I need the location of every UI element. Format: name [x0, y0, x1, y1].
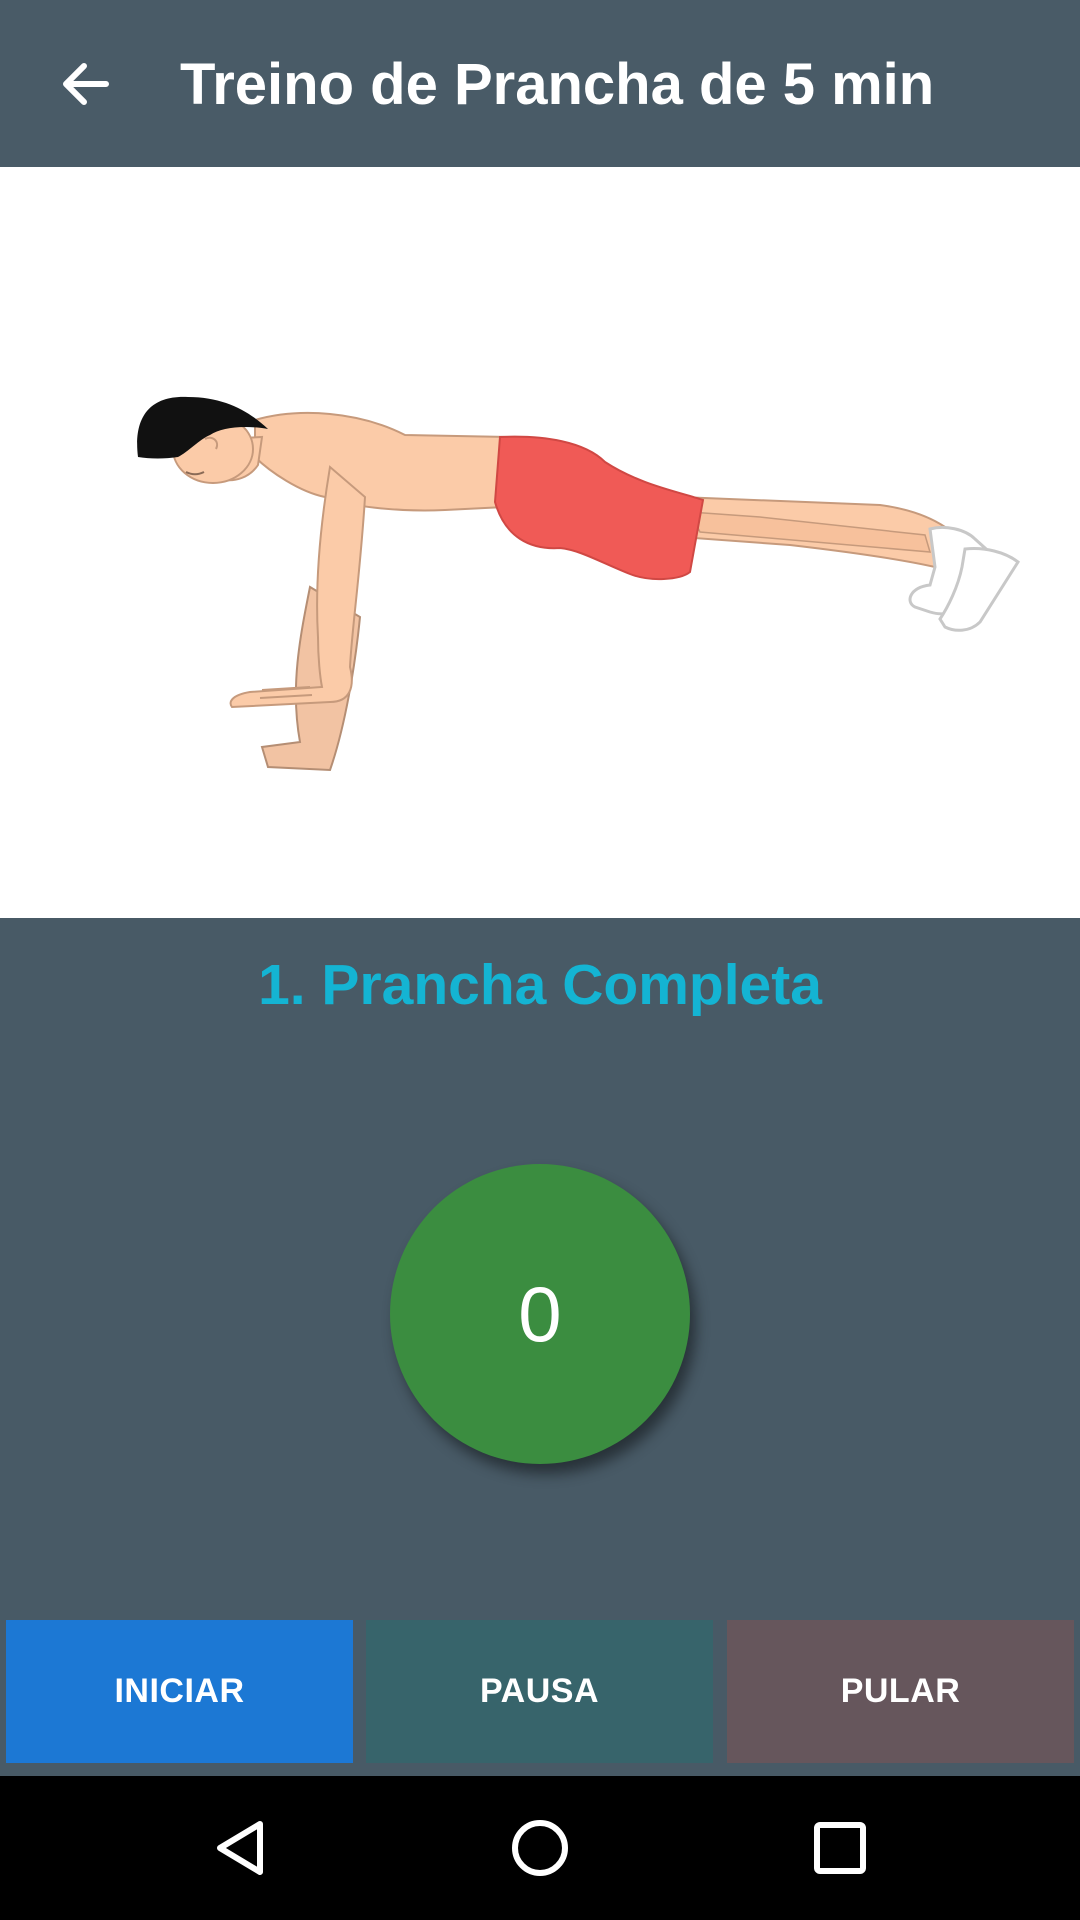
exercise-title: 1. Prancha Completa: [258, 953, 822, 1017]
arrow-back-icon: [63, 63, 109, 105]
app-bar: Treino de Prancha de 5 min: [0, 0, 1080, 167]
nav-home-button[interactable]: [490, 1798, 590, 1898]
recents-square-icon: [814, 1822, 866, 1874]
back-button[interactable]: [36, 36, 132, 132]
pause-button[interactable]: PAUSA: [366, 1620, 713, 1763]
back-triangle-icon: [217, 1821, 263, 1875]
nav-back-button[interactable]: [190, 1798, 290, 1898]
timer-counter: 0: [390, 1164, 690, 1464]
system-nav-bar: [0, 1776, 1080, 1920]
skip-button[interactable]: PULAR: [727, 1620, 1074, 1763]
nav-recents-button[interactable]: [790, 1798, 890, 1898]
start-button[interactable]: INICIAR: [6, 1620, 353, 1763]
plank-exercise-illustration: [137, 396, 1021, 772]
page-title: Treino de Prancha de 5 min: [180, 52, 935, 117]
home-circle-icon: [512, 1820, 568, 1876]
exercise-image-area: [0, 167, 1080, 918]
